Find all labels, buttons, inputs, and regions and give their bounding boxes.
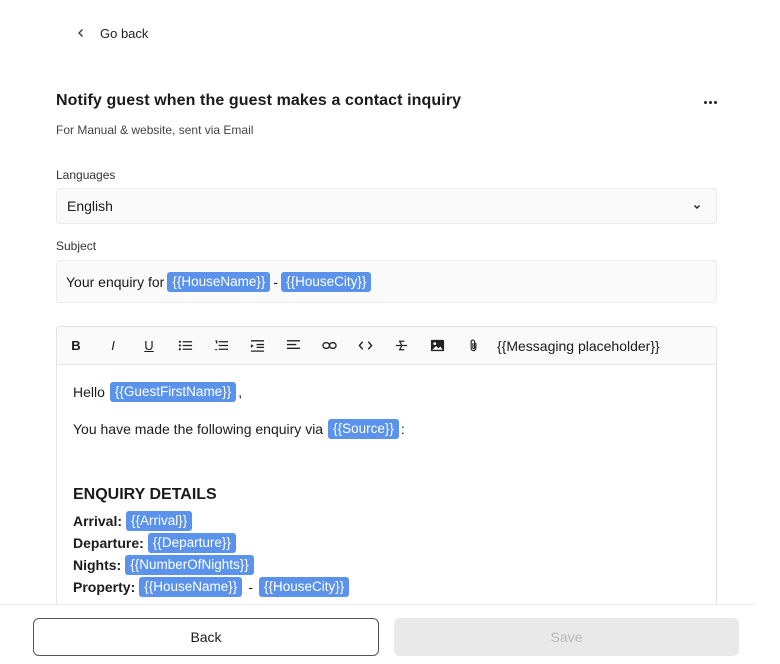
property-separator: - <box>248 579 253 595</box>
enquiry-source-suffix: : <box>400 421 405 437</box>
underline-button[interactable]: U <box>142 327 156 365</box>
greeting-line: Hello {{GuestFirstName}} , <box>73 381 700 403</box>
greeting-text: Hello <box>73 384 105 400</box>
bold-button[interactable]: B <box>69 327 83 365</box>
arrival-label: Arrival: <box>73 513 123 529</box>
attachment-icon[interactable] <box>465 327 481 365</box>
placeholder-tag-property-house-city[interactable]: {{HouseCity}} <box>258 577 350 597</box>
align-left-icon[interactable] <box>285 327 301 365</box>
property-label: Property: <box>73 579 136 595</box>
placeholder-tag-number-of-nights[interactable]: {{NumberOfNights}} <box>125 555 254 575</box>
indent-icon[interactable] <box>249 327 265 365</box>
editor-toolbar: B I U {{Messaging placeholder}} <box>57 327 716 365</box>
page-title: Notify guest when the guest makes a cont… <box>56 92 462 109</box>
messaging-placeholder-button[interactable]: {{Messaging placeholder}} <box>497 327 660 365</box>
placeholder-tag-source[interactable]: {{Source}} <box>328 419 399 439</box>
departure-label: Departure: <box>73 535 144 551</box>
more-options-icon[interactable] <box>700 92 720 112</box>
save-button[interactable]: Save <box>394 618 739 656</box>
placeholder-tag-departure[interactable]: {{Departure}} <box>147 533 236 553</box>
subject-input[interactable]: Your enquiry for {{HouseName}} - {{House… <box>56 260 717 303</box>
back-button[interactable]: Back <box>33 618 379 656</box>
placeholder-tag-property-house-name[interactable]: {{HouseName}} <box>139 577 243 597</box>
language-select[interactable]: English <box>56 188 717 224</box>
detail-row-nights: Nights: {{NumberOfNights}} <box>73 554 700 576</box>
placeholder-tag-guest-first-name[interactable]: {{GuestFirstName}} <box>109 382 237 402</box>
enquiry-source-line: You have made the following enquiry via … <box>73 418 700 440</box>
greeting-suffix: , <box>238 384 243 400</box>
languages-label: Languages <box>56 168 116 182</box>
placeholder-tag-arrival[interactable]: {{Arrival}} <box>126 511 193 531</box>
language-selected-value: English <box>67 198 113 214</box>
nights-label: Nights: <box>73 557 122 573</box>
link-icon[interactable] <box>321 327 337 365</box>
numbered-list-icon[interactable] <box>213 327 229 365</box>
code-icon[interactable] <box>357 327 373 365</box>
enquiry-details-heading: ENQUIRY DETAILS <box>73 486 217 503</box>
image-icon[interactable] <box>429 327 445 365</box>
page-subtitle: For Manual & website, sent via Email <box>56 123 254 137</box>
detail-row-arrival: Arrival: {{Arrival}} <box>73 510 700 532</box>
placeholder-tag-house-name[interactable]: {{HouseName}} <box>167 271 271 292</box>
go-back-label: Go back <box>100 25 149 41</box>
bullet-list-icon[interactable] <box>177 327 193 365</box>
subject-prefix: Your enquiry for <box>66 273 165 290</box>
chevron-down-icon <box>694 205 700 209</box>
placeholder-tag-house-city[interactable]: {{HouseCity}} <box>281 271 372 292</box>
subject-label: Subject <box>56 239 97 253</box>
editor-content[interactable]: Hello {{GuestFirstName}} , You have made… <box>57 365 716 598</box>
enquiry-source-text: You have made the following enquiry via <box>73 421 324 437</box>
italic-button[interactable]: I <box>106 327 120 365</box>
message-editor[interactable]: B I U {{Messaging placeholder}} Hello {{… <box>56 326 717 616</box>
go-back-link[interactable]: Go back <box>76 22 148 44</box>
subject-separator: - <box>273 273 279 290</box>
detail-row-property: Property: {{HouseName}} - {{HouseCity}} <box>73 576 700 598</box>
detail-row-departure: Departure: {{Departure}} <box>73 532 700 554</box>
chevron-left-icon <box>78 29 83 37</box>
strikethrough-icon[interactable] <box>393 327 409 365</box>
